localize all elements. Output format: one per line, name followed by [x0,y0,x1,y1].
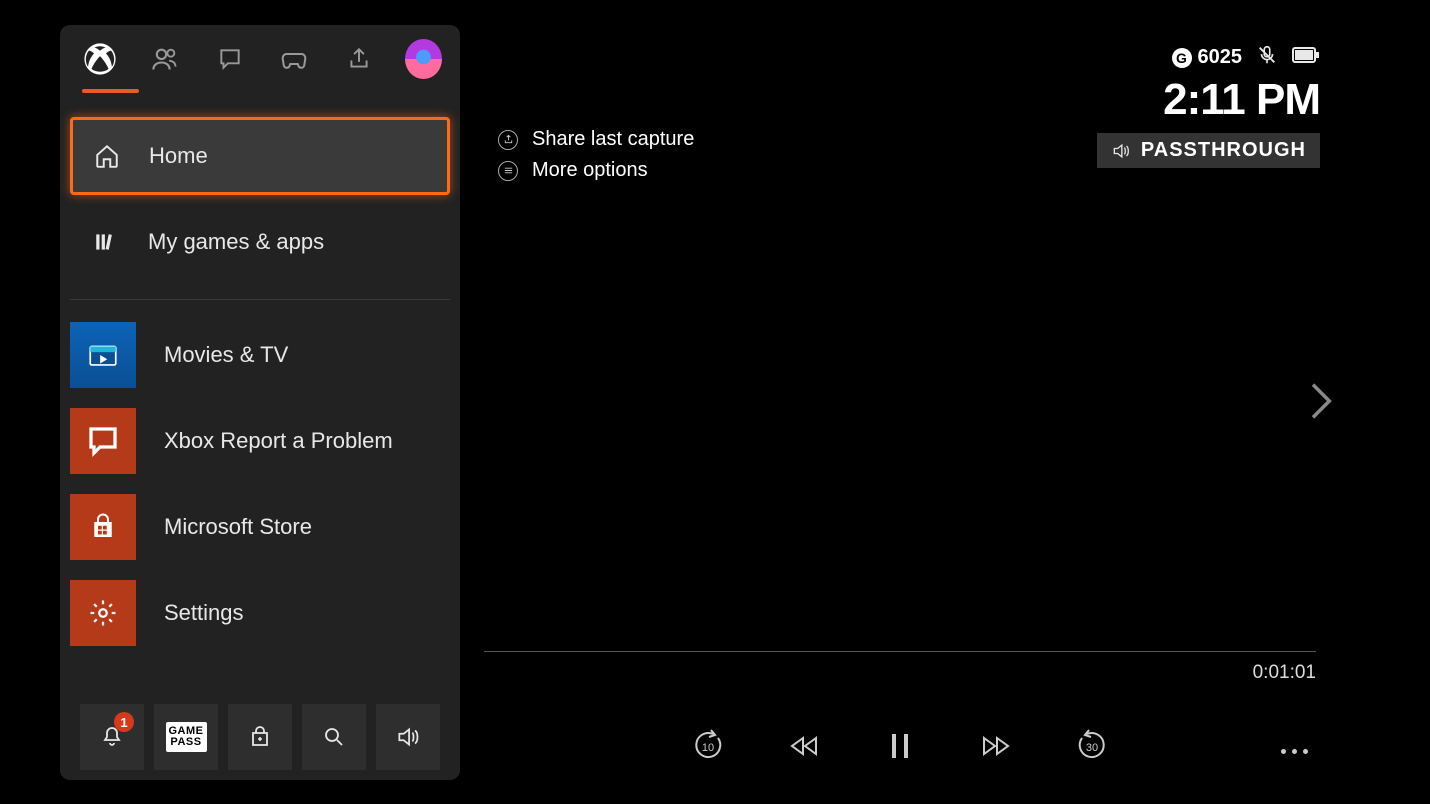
app-item-report[interactable]: Xbox Report a Problem [70,402,450,480]
avatar[interactable] [405,39,442,79]
app-item-label: Xbox Report a Problem [164,428,393,454]
next-button[interactable] [1306,380,1334,427]
movies-tv-tile-icon [70,322,136,388]
skip-back-10-icon: 10 [691,729,725,763]
svg-text:10: 10 [702,742,714,754]
guide-tabs [60,33,460,79]
report-problem-tile-icon [70,408,136,474]
app-item-label: Microsoft Store [164,514,312,540]
svg-text:30: 30 [1086,742,1098,754]
rewind-button[interactable] [784,726,824,766]
settings-tile-icon [70,580,136,646]
media-controls: 10 30 [460,726,1340,766]
tab-people[interactable] [147,39,184,79]
notifications-button[interactable]: 1 [80,704,144,770]
microsoft-store-tile-icon [70,494,136,560]
dot-icon [1292,749,1297,754]
pause-button[interactable] [880,726,920,766]
home-icon [93,142,121,170]
store-button[interactable] [228,704,292,770]
fast-forward-button[interactable] [976,726,1016,766]
action-more-options[interactable]: More options [498,159,694,182]
guide-body: Home My games & apps Movies & [60,79,460,770]
status-area: G 6025 2:11 PM PASSTHROUGH [1097,44,1320,168]
tab-gaming[interactable] [276,39,313,79]
pause-icon [889,732,911,760]
quick-actions: Share last capture More options [498,128,694,182]
guide-footer: 1 GAME PASS [70,704,450,770]
xbox-logo-icon [83,42,117,76]
people-icon [151,45,179,73]
action-label: More options [532,159,648,182]
app-item-store[interactable]: Microsoft Store [70,488,450,566]
mic-muted-icon [1256,44,1278,71]
media-more-button[interactable] [1281,749,1308,754]
upload-icon [346,46,372,72]
duration-label: 0:01:01 [1253,662,1316,684]
tab-profile[interactable] [82,39,119,79]
gamerscore-icon: G [1172,48,1192,68]
app-item-settings[interactable]: Settings [70,574,450,652]
speaker-icon [395,724,421,750]
divider [70,299,450,300]
menu-item-mygames[interactable]: My games & apps [70,203,450,281]
seek-bar[interactable] [484,651,1316,652]
skip-back-10-button[interactable]: 10 [688,726,728,766]
battery-icon [1292,46,1320,69]
app-item-label: Settings [164,600,244,626]
rewind-icon [789,734,819,758]
skip-forward-30-button[interactable]: 30 [1072,726,1112,766]
fast-forward-icon [981,734,1011,758]
chevron-right-icon [1306,380,1334,422]
gamepass-icon: GAME PASS [166,722,207,752]
tab-chat[interactable] [211,39,248,79]
dot-icon [1303,749,1308,754]
skip-forward-30-icon: 30 [1075,729,1109,763]
gamerscore-value: 6025 [1198,46,1243,69]
dot-icon [1281,749,1286,754]
speaker-icon [1111,141,1131,161]
gamepass-button[interactable]: GAME PASS [154,704,218,770]
menu-button-hint-icon [498,161,518,181]
action-share-capture[interactable]: Share last capture [498,128,694,151]
shopping-bag-icon [248,725,272,749]
xbox-guide-panel: Home My games & apps Movies & [60,25,460,780]
audio-mode-indicator: PASSTHROUGH [1097,133,1320,168]
status-icons-row: G 6025 [1172,44,1321,71]
notification-badge: 1 [114,712,134,732]
audio-mode-label: PASSTHROUGH [1141,139,1306,162]
audio-button[interactable] [376,704,440,770]
menu-item-home[interactable]: Home [70,117,450,195]
menu-item-label: My games & apps [148,229,324,255]
search-icon [322,725,346,749]
app-item-movies[interactable]: Movies & TV [70,316,450,394]
search-button[interactable] [302,704,366,770]
chat-icon [217,46,243,72]
gamerscore: G 6025 [1172,46,1243,69]
library-icon [92,228,120,256]
menu-item-label: Home [149,143,208,169]
app-item-label: Movies & TV [164,342,288,368]
clock: 2:11 PM [1163,75,1320,125]
tab-share[interactable] [341,39,378,79]
action-label: Share last capture [532,128,694,151]
y-button-hint-icon [498,130,518,150]
controller-icon [279,44,309,74]
